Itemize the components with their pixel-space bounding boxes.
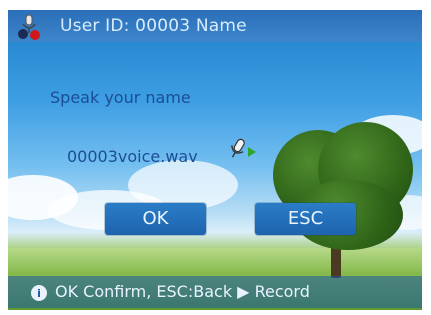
footer-hint-right: Record	[249, 282, 310, 301]
header-bar: User ID: 00003 Name	[8, 10, 422, 42]
voice-filename: 00003voice.wav	[67, 147, 198, 166]
footer-hint: OK Confirm, ESC:Back ▶ Record	[55, 282, 310, 301]
play-arrow-icon: ▶	[237, 282, 250, 301]
device-screen: User ID: 00003 Name Speak your name 0000…	[8, 10, 422, 310]
info-icon: i	[31, 285, 47, 301]
device-frame: User ID: 00003 Name Speak your name 0000…	[0, 0, 431, 315]
header-title: User ID: 00003 Name	[60, 16, 247, 36]
user-mic-icon	[18, 14, 40, 40]
footer-bar: i OK Confirm, ESC:Back ▶ Record	[8, 276, 422, 308]
footer-hint-left: OK Confirm, ESC:Back	[55, 282, 238, 301]
speak-prompt: Speak your name	[50, 88, 191, 107]
esc-button[interactable]: ESC	[255, 203, 356, 235]
microphone-icon[interactable]	[224, 136, 258, 168]
svg-text:i: i	[37, 287, 41, 300]
ok-button[interactable]: OK	[105, 203, 206, 235]
play-arrow-icon	[248, 147, 256, 157]
